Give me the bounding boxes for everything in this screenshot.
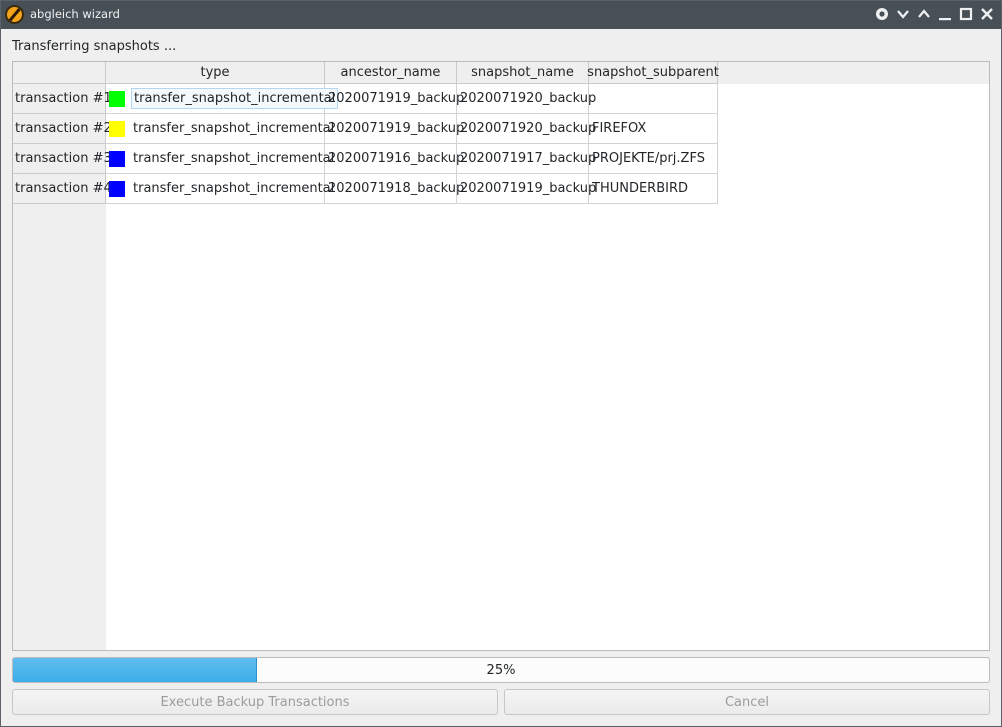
keep-above-icon[interactable] — [874, 6, 890, 22]
type-text: transfer_snapshot_incremental — [133, 121, 335, 136]
color-swatch — [109, 120, 125, 137]
close-icon[interactable] — [979, 6, 995, 22]
table-cell-snapshot-subparent[interactable]: THUNDERBIRD — [589, 174, 718, 204]
color-swatch — [109, 180, 125, 197]
table-cell-ancestor-name[interactable]: 2020071916_backup — [325, 144, 464, 174]
column-header-snapshot-name[interactable]: snapshot_name — [457, 62, 589, 84]
window-title: abgleich wizard — [30, 7, 120, 21]
column-header-ancestor-name[interactable]: ancestor_name — [325, 62, 457, 84]
status-label: Transferring snapshots ... — [12, 39, 177, 54]
column-header-type[interactable]: type — [106, 62, 325, 84]
color-swatch — [109, 150, 125, 167]
minimize-icon[interactable] — [937, 6, 953, 22]
type-text: transfer_snapshot_incremental — [133, 181, 335, 196]
cancel-button[interactable]: Cancel — [504, 689, 990, 715]
type-text: transfer_snapshot_incremental — [131, 88, 339, 109]
row-header[interactable]: transaction #2 — [13, 114, 112, 144]
shade-up-icon[interactable] — [916, 6, 932, 22]
execute-backup-transactions-button[interactable]: Execute Backup Transactions — [12, 689, 498, 715]
table-cell-ancestor-name[interactable]: 2020071919_backup — [325, 84, 464, 114]
table-cell-type[interactable]: transfer_snapshot_incremental — [106, 114, 334, 144]
transactions-table[interactable]: type ancestor_name snapshot_name snapsho… — [12, 61, 990, 651]
table-cell-snapshot-name[interactable]: 2020071920_backup — [457, 84, 596, 114]
table-cell-snapshot-subparent[interactable] — [589, 84, 718, 114]
type-text: transfer_snapshot_incremental — [133, 151, 335, 166]
progress-text: 25% — [486, 662, 516, 678]
row-header[interactable]: transaction #1 — [13, 84, 112, 114]
table-cell-ancestor-name[interactable]: 2020071919_backup — [325, 114, 464, 144]
table-cell-snapshot-subparent[interactable]: PROJEKTE/prj.ZFS — [589, 144, 718, 174]
shade-down-icon[interactable] — [895, 6, 911, 22]
row-header[interactable]: transaction #3 — [13, 144, 112, 174]
table-cell-snapshot-subparent[interactable]: FIREFOX — [589, 114, 718, 144]
window-body: Transferring snapshots ... type ancestor… — [1, 29, 1001, 726]
progress-bar: 25% — [12, 657, 990, 683]
table-cell-ancestor-name[interactable]: 2020071918_backup — [325, 174, 464, 204]
table-cell-type[interactable]: transfer_snapshot_incremental — [106, 84, 339, 114]
table-cell-snapshot-name[interactable]: 2020071920_backup — [457, 114, 596, 144]
table-cell-snapshot-name[interactable]: 2020071919_backup — [457, 174, 596, 204]
table-cell-type[interactable]: transfer_snapshot_incremental — [106, 144, 334, 174]
table-cell-snapshot-name[interactable]: 2020071917_backup — [457, 144, 596, 174]
maximize-icon[interactable] — [958, 6, 974, 22]
table-cell-type[interactable]: transfer_snapshot_incremental — [106, 174, 334, 204]
row-header[interactable]: transaction #4 — [13, 174, 112, 204]
column-header-snapshot-subparent[interactable]: snapshot_subparent — [587, 62, 719, 84]
color-swatch — [109, 90, 125, 107]
title-bar: abgleich wizard — [0, 0, 1002, 29]
table-corner[interactable] — [13, 62, 106, 84]
app-icon[interactable] — [5, 5, 24, 24]
